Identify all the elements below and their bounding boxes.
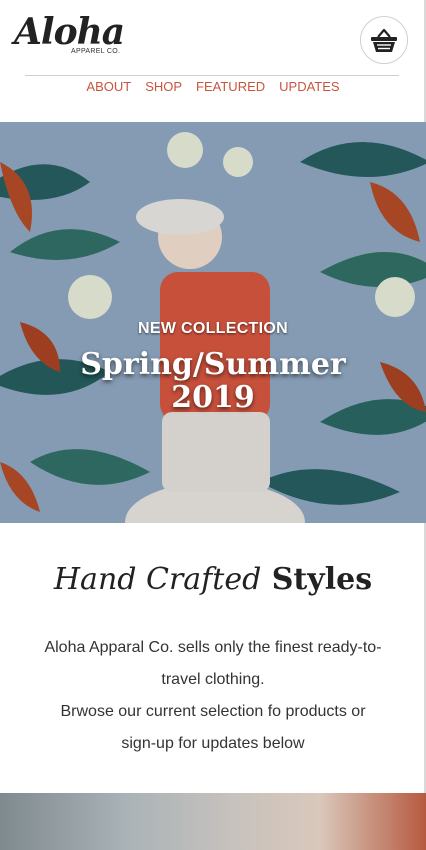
- intro-heading: Hand Crafted Styles: [0, 562, 426, 597]
- brand-logo[interactable]: Aloha APPAREL CO.: [14, 12, 144, 60]
- header-divider: [25, 75, 399, 76]
- hero-title-line2: 2019: [171, 380, 255, 415]
- intro-line: travel clothing.: [161, 671, 265, 688]
- hero-kicker: NEW COLLECTION: [138, 320, 288, 337]
- site-header: Aloha APPAREL CO. ABOUT SHOP FEATURED UPDAT…: [0, 0, 426, 122]
- hero-title: Spring/Summer 2019: [0, 348, 426, 414]
- nav-shop[interactable]: SHOP: [145, 78, 182, 96]
- brand-subtitle: APPAREL CO.: [71, 48, 121, 55]
- cart-button[interactable]: [360, 16, 408, 64]
- intro-line: sign-up for updates below: [121, 735, 305, 752]
- hero-banner[interactable]: NEW COLLECTION Spring/Summer 2019: [0, 122, 426, 523]
- nav-featured[interactable]: FEATURED: [196, 78, 265, 96]
- intro-line: Aloha Apparal Co. sells only the finest …: [44, 639, 382, 656]
- brand-name: Aloha: [14, 11, 125, 53]
- nav-about[interactable]: ABOUT: [86, 78, 131, 96]
- intro-heading-italic: Hand Crafted: [53, 562, 262, 597]
- intro-line: Brwose our current selection fo products…: [60, 703, 366, 720]
- main-nav: ABOUT SHOP FEATURED UPDATES: [0, 78, 426, 96]
- featured-image: [0, 793, 426, 850]
- hero-title-line1: Spring/Summer: [80, 347, 346, 382]
- basket-icon: [371, 28, 397, 52]
- nav-updates[interactable]: UPDATES: [279, 78, 339, 96]
- intro-heading-bold: Styles: [271, 562, 373, 597]
- intro-text: Aloha Apparal Co. sells only the finest …: [20, 632, 406, 760]
